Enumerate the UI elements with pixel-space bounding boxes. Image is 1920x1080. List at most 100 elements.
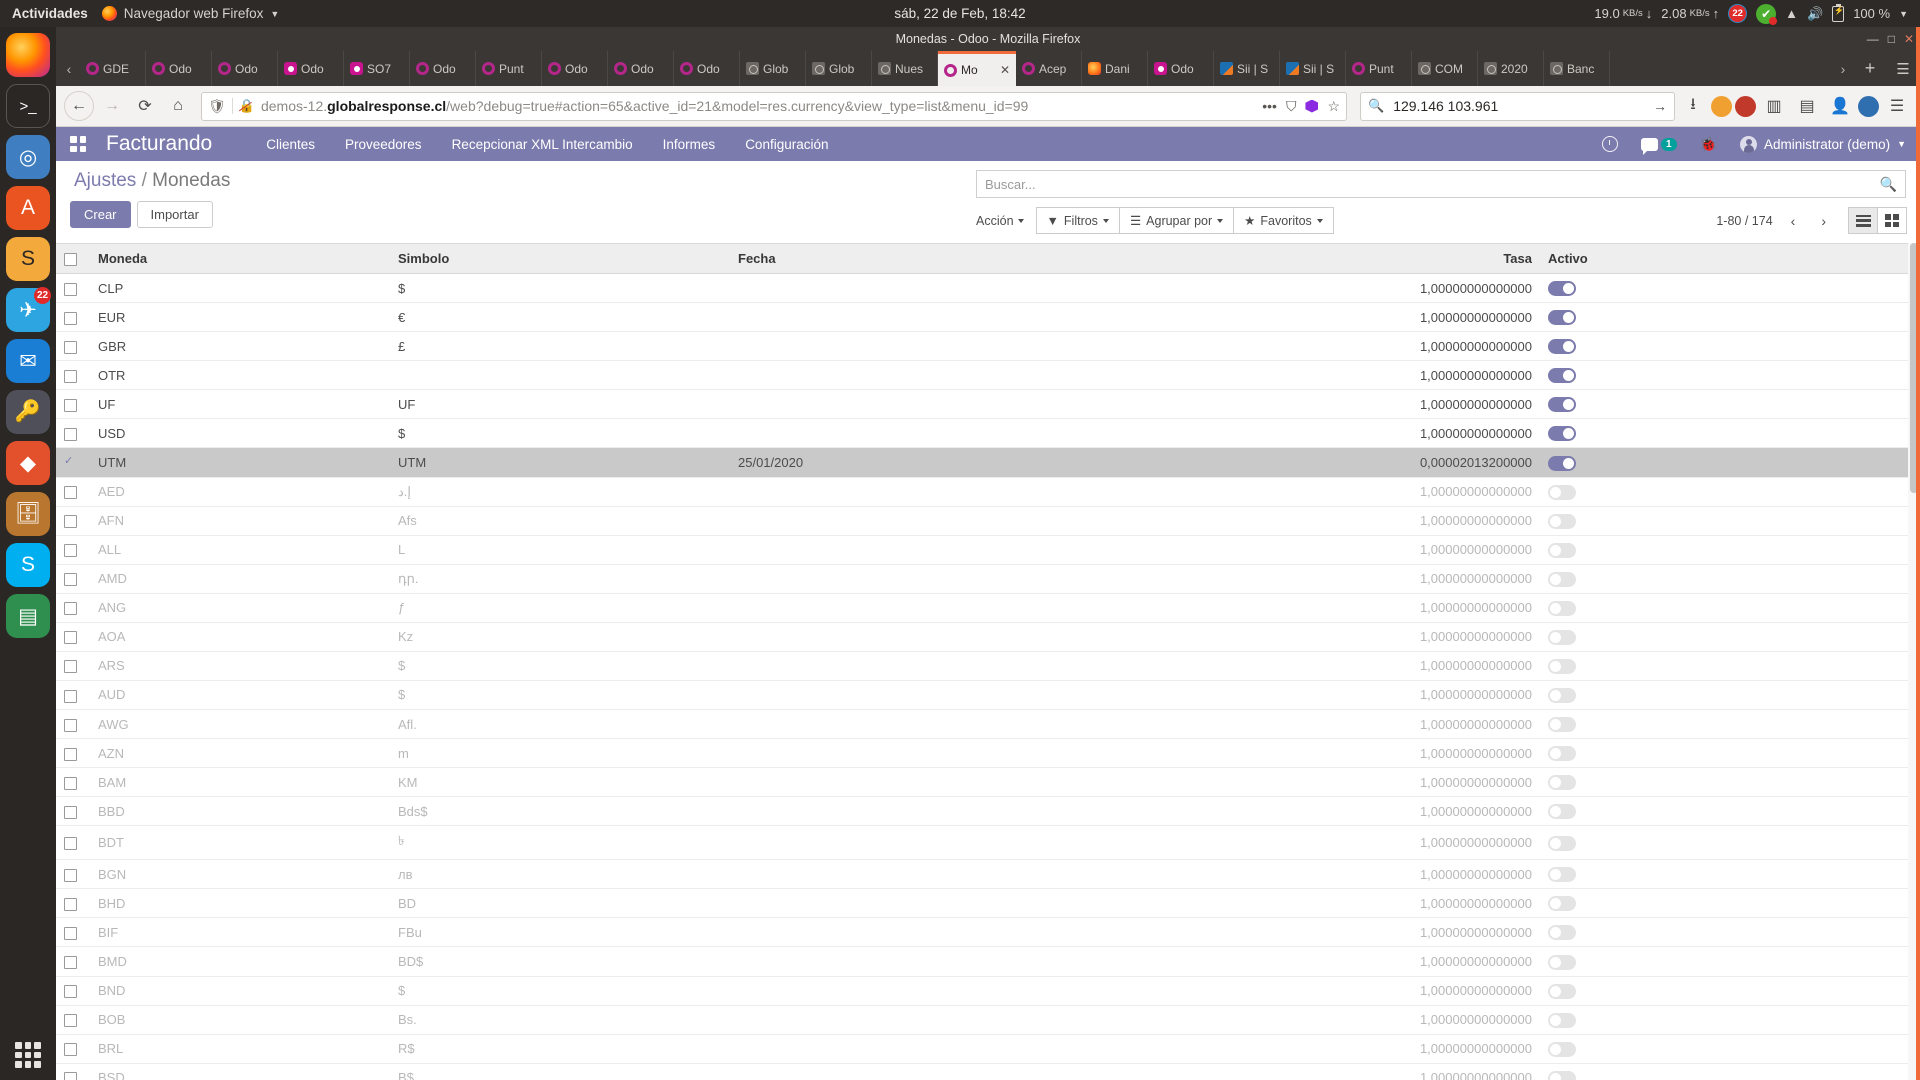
cell-activo[interactable]	[1540, 622, 1920, 651]
cell-fecha[interactable]	[730, 680, 1060, 709]
dock-item-telegram[interactable]: ✈ 22	[6, 288, 50, 332]
browser-tab[interactable]: Odo	[542, 51, 608, 86]
row-select-cell[interactable]	[56, 710, 90, 739]
table-row[interactable]: BMDBD$1,00000000000000	[56, 947, 1920, 976]
row-checkbox[interactable]	[64, 927, 77, 940]
cell-moneda[interactable]: BAM	[90, 768, 390, 797]
column-header-simbolo[interactable]: Simbolo	[390, 244, 730, 274]
browser-tab[interactable]: Odo	[608, 51, 674, 86]
cell-activo[interactable]	[1540, 797, 1920, 826]
cell-moneda[interactable]: ANG	[90, 593, 390, 622]
browser-tab[interactable]: COM	[1412, 51, 1478, 86]
cell-tasa[interactable]: 1,00000000000000	[1060, 739, 1540, 768]
row-checkbox[interactable]	[64, 690, 77, 703]
row-checkbox[interactable]	[64, 869, 77, 882]
browser-tab-active[interactable]: Mo✕	[938, 51, 1016, 86]
cell-moneda[interactable]: AWG	[90, 710, 390, 739]
dock-item-chromium[interactable]: ◎	[6, 135, 50, 179]
active-toggle[interactable]	[1548, 688, 1576, 703]
cell-activo[interactable]	[1540, 918, 1920, 947]
show-applications-button[interactable]	[15, 1042, 41, 1068]
cell-moneda[interactable]: AZN	[90, 739, 390, 768]
cell-simbolo[interactable]: Bs.	[390, 1005, 730, 1034]
menu-item-recepcionar-xml[interactable]: Recepcionar XML Intercambio	[452, 137, 633, 152]
home-button[interactable]: ⌂	[163, 91, 193, 121]
search-submit-icon[interactable]: →	[1653, 98, 1667, 114]
cell-tasa[interactable]: 1,00000000000000	[1060, 1034, 1540, 1063]
browser-tab[interactable]: Acep	[1016, 51, 1082, 86]
row-select-cell[interactable]	[56, 976, 90, 1005]
bookmark-star-icon[interactable]: ☆	[1327, 98, 1340, 115]
cell-fecha[interactable]	[730, 710, 1060, 739]
active-toggle[interactable]	[1548, 984, 1576, 999]
cell-fecha[interactable]	[730, 918, 1060, 947]
row-select-cell[interactable]	[56, 535, 90, 564]
row-checkbox[interactable]	[64, 898, 77, 911]
cell-fecha[interactable]	[730, 889, 1060, 918]
browser-tab[interactable]: Odo	[1148, 51, 1214, 86]
active-toggle[interactable]	[1548, 426, 1576, 441]
row-select-cell[interactable]	[56, 739, 90, 768]
table-row[interactable]: CLP$1,00000000000000	[56, 274, 1920, 303]
cell-fecha[interactable]	[730, 332, 1060, 361]
active-toggle[interactable]	[1548, 775, 1576, 790]
active-toggle[interactable]	[1548, 514, 1576, 529]
browser-tab[interactable]: 2020	[1478, 51, 1544, 86]
cell-tasa[interactable]: 1,00000000000000	[1060, 797, 1540, 826]
clock[interactable]: sáb, 22 de Feb, 18:42	[894, 6, 1025, 21]
row-checkbox[interactable]	[64, 806, 77, 819]
row-select-cell[interactable]	[56, 797, 90, 826]
cell-fecha[interactable]	[730, 419, 1060, 448]
row-checkbox[interactable]	[64, 956, 77, 969]
cell-tasa[interactable]: 1,00000000000000	[1060, 889, 1540, 918]
activity-clock-icon[interactable]	[1602, 136, 1618, 152]
menu-item-configuracion[interactable]: Configuración	[745, 137, 828, 152]
active-toggle[interactable]	[1548, 543, 1576, 558]
row-select-cell[interactable]	[56, 564, 90, 593]
select-all-checkbox[interactable]	[64, 253, 77, 266]
row-select-cell[interactable]	[56, 1005, 90, 1034]
row-checkbox[interactable]	[64, 660, 77, 673]
cell-activo[interactable]	[1540, 710, 1920, 739]
search-bar[interactable]: 🔍 129.146 103.961 →	[1360, 92, 1675, 121]
menu-item-informes[interactable]: Informes	[663, 137, 716, 152]
odoo-search-input[interactable]: Buscar... 🔍	[976, 170, 1906, 198]
kanban-view-button[interactable]	[1877, 207, 1907, 234]
browser-tab[interactable]: Punt	[1346, 51, 1412, 86]
cell-activo[interactable]	[1540, 1034, 1920, 1063]
cell-moneda[interactable]: ARS	[90, 651, 390, 680]
row-checkbox[interactable]	[64, 341, 77, 354]
cell-moneda[interactable]: OTR	[90, 361, 390, 390]
table-row[interactable]: BGNлв1,00000000000000	[56, 860, 1920, 889]
cell-activo[interactable]	[1540, 768, 1920, 797]
column-header-tasa[interactable]: Tasa	[1060, 244, 1540, 274]
cell-tasa[interactable]: 1,00000000000000	[1060, 1063, 1540, 1080]
row-checkbox[interactable]	[64, 985, 77, 998]
cell-tasa[interactable]: 1,00000000000000	[1060, 680, 1540, 709]
active-toggle[interactable]	[1548, 310, 1576, 325]
pager-value[interactable]: 1-80 / 174	[1716, 214, 1772, 228]
table-row[interactable]: AOAKz1,00000000000000	[56, 622, 1920, 651]
dock-item-keepass[interactable]: 🔑	[6, 390, 50, 434]
row-checkbox[interactable]	[64, 1072, 77, 1080]
browser-tab[interactable]: Odo	[674, 51, 740, 86]
cell-tasa[interactable]: 1,00000000000000	[1060, 361, 1540, 390]
cell-tasa[interactable]: 1,00000000000000	[1060, 947, 1540, 976]
app-menu-button[interactable]: Navegador web Firefox ▼	[102, 6, 280, 21]
row-select-cell[interactable]	[56, 419, 90, 448]
row-select-cell[interactable]	[56, 622, 90, 651]
table-row[interactable]: BOBBs.1,00000000000000	[56, 1005, 1920, 1034]
favorites-dropdown[interactable]: ★ Favoritos	[1233, 207, 1334, 234]
row-checkbox[interactable]	[64, 602, 77, 615]
system-menu-chevron-icon[interactable]: ▼	[1899, 9, 1908, 19]
row-select-cell[interactable]	[56, 768, 90, 797]
cell-activo[interactable]	[1540, 477, 1920, 506]
action-dropdown[interactable]: Acción	[976, 214, 1024, 228]
row-select-cell[interactable]	[56, 332, 90, 361]
row-select-cell[interactable]	[56, 361, 90, 390]
dock-item-thunderbird[interactable]: ✉	[6, 339, 50, 383]
cell-activo[interactable]	[1540, 739, 1920, 768]
column-header-moneda[interactable]: Moneda	[90, 244, 390, 274]
active-toggle[interactable]	[1548, 368, 1576, 383]
table-row[interactable]: UFUF1,00000000000000	[56, 390, 1920, 419]
